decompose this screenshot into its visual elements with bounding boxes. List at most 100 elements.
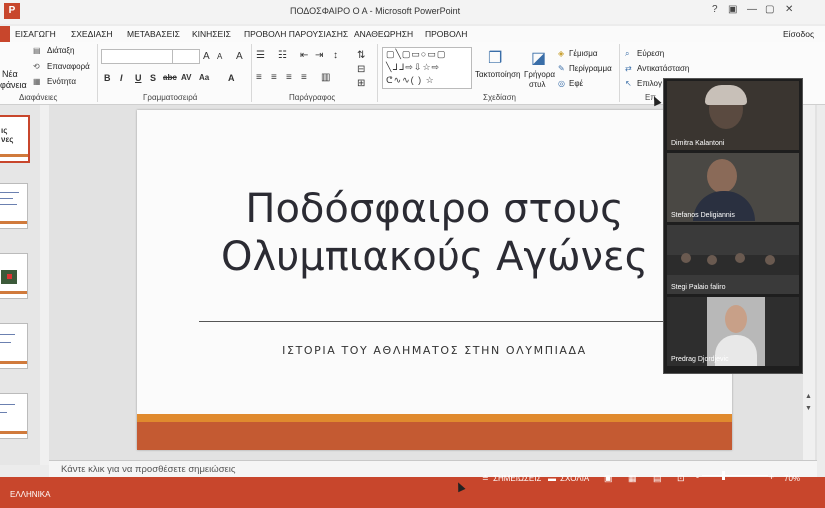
thumbnail-scrollbar[interactable]	[40, 105, 49, 465]
paragraph-group-label: Παράγραφος	[289, 93, 336, 102]
slide-title[interactable]: Ποδόσφαιρο στους Ολυμπιακούς Αγώνες	[137, 185, 732, 281]
italic-button[interactable]: I	[120, 73, 123, 83]
reading-view-icon[interactable]: ▤	[653, 473, 662, 484]
participant-tile[interactable]: Dimitra Kalantoni	[667, 81, 799, 150]
maximize-button[interactable]: ▢	[765, 4, 774, 15]
help-button[interactable]: ?	[712, 4, 718, 15]
align-left-icon[interactable]: ≡	[256, 72, 262, 83]
comments-button[interactable]: ΣΧΟΛΙΑ	[560, 474, 589, 483]
notes-button[interactable]: ΣΗΜΕΙΩΣΕΙΣ	[493, 474, 541, 483]
normal-view-icon[interactable]: ▣	[604, 473, 613, 484]
quick-styles-button[interactable]: Γρήγορα	[524, 70, 555, 79]
slideshow-icon[interactable]: ⊡	[677, 473, 685, 484]
ribbon-display-icon[interactable]: ▣	[728, 4, 737, 15]
minimize-button[interactable]: —	[747, 4, 757, 15]
participant-video	[705, 85, 747, 105]
text-direction-icon[interactable]: ⇅	[357, 50, 365, 61]
indent-decrease-icon[interactable]: ⇤	[300, 50, 308, 61]
slide-thumbnail[interactable]: ις νες	[0, 115, 30, 163]
zoom-slider-thumb[interactable]	[722, 471, 725, 480]
slide-thumbnail[interactable]	[0, 183, 28, 229]
shapes-gallery[interactable]: ▢╲▢▭○▭▢ ╲ᒧᒧ⇨⇩☆⇨ ᕦ∿∿( ) ☆	[382, 47, 472, 89]
tab-slideshow[interactable]: ΠΡΟΒΟΛΗ ΠΑΡΟΥΣΙΑΣΗΣ	[244, 29, 348, 39]
shapes-row-1: ▢╲▢▭○▭▢	[386, 49, 447, 59]
participant-tile[interactable]: Stefanos Deligiannis	[667, 153, 799, 222]
font-color-button[interactable]: A	[228, 73, 235, 83]
ribbon-separator	[377, 44, 378, 102]
bullets-icon[interactable]: ☰	[256, 50, 265, 61]
editor-scrollbar[interactable]: ▲ ▼	[803, 105, 815, 460]
find-button[interactable]: Εύρεση	[637, 49, 664, 58]
title-divider	[199, 321, 679, 322]
tab-review[interactable]: ΑΝΑΘΕΩΡΗΣΗ	[354, 29, 413, 39]
underline-button[interactable]: U	[135, 73, 142, 83]
scroll-up-icon[interactable]: ▲	[805, 393, 812, 400]
slide-band-rust	[137, 422, 732, 450]
sign-in-link[interactable]: Είσοδος	[783, 29, 814, 39]
clear-format-button[interactable]: A	[236, 51, 243, 62]
align-right-icon[interactable]: ≡	[286, 72, 292, 83]
character-spacing-button[interactable]: AV	[181, 73, 192, 82]
language-indicator[interactable]: ΕΛΛΗΝΙΚΑ	[10, 490, 50, 499]
layout-button[interactable]: Διάταξη	[47, 46, 74, 55]
arrange-icon: ❐	[488, 50, 503, 67]
zoom-level[interactable]: 70%	[784, 474, 800, 483]
columns-icon[interactable]: ▥	[321, 72, 330, 83]
tab-file[interactable]	[0, 26, 10, 42]
tab-insert[interactable]: ΕΙΣΑΓΩΓΗ	[15, 29, 56, 39]
zoom-out-button[interactable]: -	[696, 472, 699, 482]
font-name-combo[interactable]	[101, 49, 173, 64]
shape-effects-button[interactable]: Εφέ	[569, 79, 583, 88]
grow-font-button[interactable]: A	[203, 51, 210, 62]
slide-sorter-icon[interactable]: ▦	[628, 473, 637, 484]
smartart-icon[interactable]: ⊞	[357, 78, 365, 89]
zoom-in-button[interactable]: +	[769, 472, 774, 482]
replace-icon: ⇄	[625, 64, 632, 73]
notes-placeholder: Κάντε κλικ για να προσθέσετε σημειώσεις	[61, 464, 236, 475]
drawing-group-label: Σχεδίαση	[483, 93, 516, 102]
scroll-down-icon[interactable]: ▼	[805, 405, 812, 412]
select-button[interactable]: Επιλογ	[637, 79, 662, 88]
shape-outline-button[interactable]: Περίγραμμα	[569, 64, 612, 73]
reset-button[interactable]: Επαναφορά	[47, 62, 90, 71]
bold-button[interactable]: B	[104, 73, 111, 83]
slide-thumbnail[interactable]	[0, 253, 28, 299]
find-icon: ⌕	[625, 49, 630, 58]
participant-tile[interactable]: Stegi Palaio faliro	[667, 225, 799, 294]
change-case-button[interactable]: Aa	[199, 73, 209, 82]
font-size-combo[interactable]	[172, 49, 200, 64]
shrink-font-button[interactable]: A	[217, 52, 222, 61]
numbering-icon[interactable]: ☷	[278, 50, 287, 61]
justify-icon[interactable]: ≡	[301, 72, 307, 83]
line-spacing-icon[interactable]: ↕	[333, 50, 338, 61]
section-button[interactable]: Ενότητα	[47, 77, 76, 86]
shapes-row-3: ᕦ∿∿( ) ☆	[386, 75, 435, 85]
section-icon: ▦	[33, 77, 41, 86]
shape-fill-button[interactable]: Γέμισμα	[569, 49, 598, 58]
slide-subtitle[interactable]: ΙΣΤΟΡΙΑ ΤΟΥ ΑΘΛΗΜΑΤΟΣ ΣΤΗΝ ΟΛΥΜΠΙΑΔΑ	[137, 344, 732, 357]
arrange-button[interactable]: Τακτοποίηση	[475, 70, 520, 79]
reset-icon: ⟲	[33, 62, 40, 71]
tab-animations[interactable]: ΚΙΝΗΣΕΙΣ	[192, 29, 231, 39]
ribbon-tabs: ΕΙΣΑΓΩΓΗ ΣΧΕΔΙΑΣΗ ΜΕΤΑΒΑΣΕΙΣ ΚΙΝΗΣΕΙΣ ΠΡ…	[0, 26, 825, 42]
tab-design[interactable]: ΣΧΕΔΙΑΣΗ	[71, 29, 113, 39]
indent-increase-icon[interactable]: ⇥	[315, 50, 323, 61]
zoom-slider[interactable]	[702, 475, 768, 476]
new-slide-button[interactable]: Νέα	[2, 69, 18, 79]
current-slide[interactable]: Ποδόσφαιρο στους Ολυμπιακούς Αγώνες ΙΣΤΟ…	[137, 110, 732, 450]
align-center-icon[interactable]: ≡	[271, 72, 277, 83]
tab-view[interactable]: ΠΡΟΒΟΛΗ	[425, 29, 467, 39]
slide-thumbnail[interactable]	[0, 323, 28, 369]
quick-styles-icon: ◪	[531, 50, 547, 67]
participant-tile[interactable]: Predrag Djordjevic	[667, 297, 799, 366]
strikethrough-button[interactable]: abc	[163, 73, 177, 82]
video-call-gallery: Dimitra Kalantoni Stefanos Deligiannis S…	[663, 78, 803, 374]
close-button[interactable]: ✕	[785, 4, 793, 15]
comments-icon: ▬	[548, 474, 556, 483]
title-bar: P ΠΟΔΟΣΦΑΙΡΟ Ο Α - Microsoft PowerPoint …	[0, 0, 825, 24]
shadow-button[interactable]: S	[150, 73, 156, 83]
align-text-icon[interactable]: ⊟	[357, 64, 365, 75]
tab-transitions[interactable]: ΜΕΤΑΒΑΣΕΙΣ	[127, 29, 180, 39]
slide-thumbnail[interactable]	[0, 393, 28, 439]
replace-button[interactable]: Αντικατάσταση	[637, 64, 689, 73]
